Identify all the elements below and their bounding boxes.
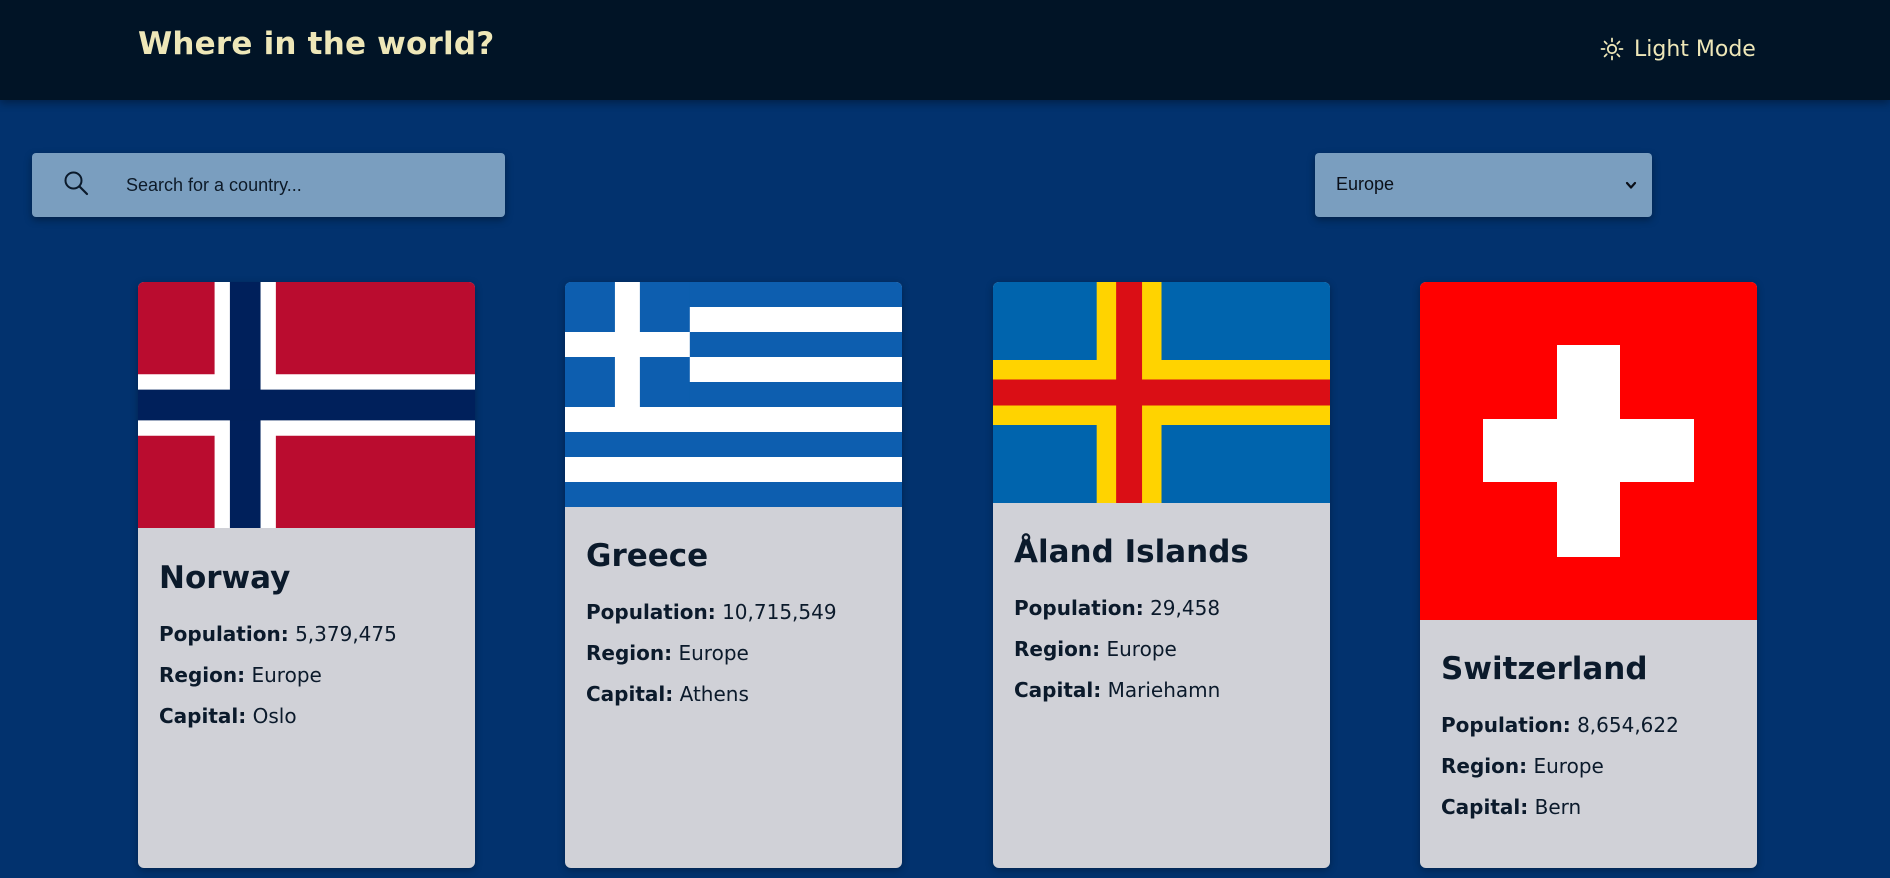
page-title: Where in the world? bbox=[138, 26, 495, 62]
population-value: 8,654,622 bbox=[1577, 713, 1679, 737]
population-value: 29,458 bbox=[1150, 596, 1221, 620]
region-label: Region: bbox=[1014, 637, 1101, 661]
population-label: Population: bbox=[159, 622, 289, 646]
capital-value: Mariehamn bbox=[1107, 678, 1221, 702]
population-row: Population: 8,654,622 bbox=[1441, 705, 1679, 746]
region-row: Region: Europe bbox=[1441, 746, 1679, 787]
population-value: 5,379,475 bbox=[295, 622, 397, 646]
region-filter-value: Europe bbox=[1336, 174, 1395, 194]
search-icon bbox=[64, 171, 89, 196]
theme-toggle-button[interactable]: Light Mode bbox=[1600, 33, 1756, 65]
population-row: Population: 10,715,549 bbox=[586, 592, 837, 633]
country-name: Switzerland bbox=[1441, 651, 1648, 687]
capital-value: Bern bbox=[1534, 795, 1582, 819]
app-header: Where in the world? Light Mode bbox=[0, 0, 1890, 100]
country-card-body: Åland Islands Population: 29,458 Region:… bbox=[1014, 534, 1249, 711]
region-row: Region: Europe bbox=[586, 633, 837, 674]
region-value: Europe bbox=[1106, 637, 1177, 661]
capital-label: Capital: bbox=[1441, 795, 1529, 819]
capital-row: Capital: Bern bbox=[1441, 787, 1679, 828]
capital-label: Capital: bbox=[1014, 678, 1102, 702]
capital-row: Capital: Oslo bbox=[159, 696, 397, 737]
region-label: Region: bbox=[159, 663, 246, 687]
region-label: Region: bbox=[1441, 754, 1528, 778]
capital-label: Capital: bbox=[159, 704, 247, 728]
population-label: Population: bbox=[1014, 596, 1144, 620]
capital-row: Capital: Athens bbox=[586, 674, 837, 715]
flag-greece bbox=[565, 282, 902, 507]
country-card-body: Norway Population: 5,379,475 Region: Eur… bbox=[159, 560, 397, 737]
country-name: Åland Islands bbox=[1014, 534, 1249, 570]
country-card-aland-islands[interactable]: Åland Islands Population: 29,458 Region:… bbox=[993, 282, 1330, 868]
country-card-greece[interactable]: Greece Population: 10,715,549 Region: Eu… bbox=[565, 282, 902, 868]
region-filter-select[interactable]: Europe bbox=[1315, 153, 1652, 217]
population-value: 10,715,549 bbox=[722, 600, 837, 624]
population-row: Population: 5,379,475 bbox=[159, 614, 397, 655]
flag-switzerland bbox=[1420, 282, 1757, 620]
population-label: Population: bbox=[586, 600, 716, 624]
region-row: Region: Europe bbox=[1014, 629, 1249, 670]
country-card-switzerland[interactable]: Switzerland Population: 8,654,622 Region… bbox=[1420, 282, 1757, 868]
capital-value: Oslo bbox=[252, 704, 297, 728]
search-input[interactable] bbox=[124, 153, 494, 217]
flag-norway bbox=[138, 282, 475, 528]
capital-value: Athens bbox=[679, 682, 749, 706]
country-name: Greece bbox=[586, 538, 709, 574]
population-row: Population: 29,458 bbox=[1014, 588, 1249, 629]
sun-icon bbox=[1600, 37, 1624, 61]
chevron-down-icon bbox=[1625, 181, 1637, 189]
region-label: Region: bbox=[586, 641, 673, 665]
region-value: Europe bbox=[251, 663, 322, 687]
country-card-body: Greece Population: 10,715,549 Region: Eu… bbox=[586, 538, 837, 715]
region-row: Region: Europe bbox=[159, 655, 397, 696]
capital-row: Capital: Mariehamn bbox=[1014, 670, 1249, 711]
country-card-norway[interactable]: Norway Population: 5,379,475 Region: Eur… bbox=[138, 282, 475, 868]
region-value: Europe bbox=[678, 641, 749, 665]
flag-aland-islands bbox=[993, 282, 1330, 503]
capital-label: Capital: bbox=[586, 682, 674, 706]
country-name: Norway bbox=[159, 560, 291, 596]
region-value: Europe bbox=[1533, 754, 1604, 778]
population-label: Population: bbox=[1441, 713, 1571, 737]
country-card-body: Switzerland Population: 8,654,622 Region… bbox=[1441, 651, 1679, 828]
theme-toggle-label: Light Mode bbox=[1634, 36, 1756, 62]
